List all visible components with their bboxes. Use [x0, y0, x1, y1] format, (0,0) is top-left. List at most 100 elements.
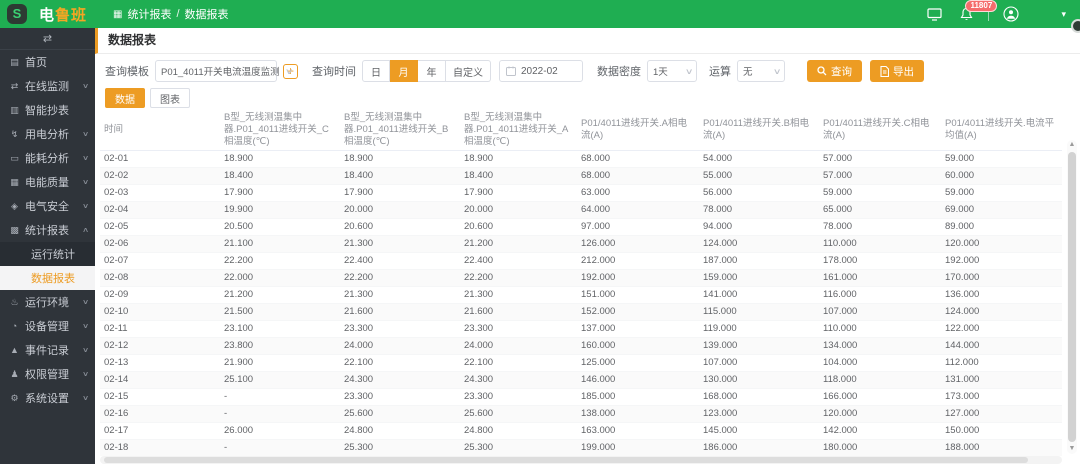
- user-avatar-icon[interactable]: [1003, 6, 1020, 22]
- table-cell: 18.400: [340, 167, 460, 185]
- header-actions: 11807 ▾: [918, 0, 1080, 28]
- sidebar-item-operating-environment[interactable]: ♨ 运行环境 ∨: [0, 290, 95, 314]
- time-custom-button[interactable]: 自定义: [446, 60, 491, 82]
- bell-icon[interactable]: 11807: [958, 0, 998, 22]
- time-month-button[interactable]: 月: [390, 60, 418, 82]
- table-cell: 02-12: [100, 337, 220, 355]
- template-label: 查询模板: [105, 66, 149, 78]
- table-cell: 25.100: [220, 371, 340, 389]
- table-cell: 24.000: [460, 337, 577, 355]
- table-cell: 134.000: [819, 337, 941, 355]
- table-cell: 20.600: [460, 218, 577, 236]
- table-cell: 22.400: [460, 252, 577, 270]
- battery-icon: ▭: [10, 152, 19, 163]
- sidebar-item-statistical-reports[interactable]: ▩ 统计报表 ∧: [0, 218, 95, 242]
- table-cell: 188.000: [941, 439, 1062, 456]
- vertical-scrollbar[interactable]: ▲ ▼: [1067, 140, 1077, 454]
- table-row: 02-13 21.900 22.100 22.100 125.000 107.000 104…: [100, 354, 1062, 372]
- users-icon: ♟: [10, 368, 19, 379]
- floating-widget-button[interactable]: [1071, 19, 1080, 33]
- sidebar-item-system-settings[interactable]: ⚙ 系统设置 ∨: [0, 386, 95, 410]
- logo-glyph: S: [12, 6, 22, 21]
- chevron-down-icon[interactable]: ▾: [1061, 9, 1066, 20]
- table-cell: 63.000: [577, 184, 699, 202]
- sidebar-item-online-monitoring[interactable]: ⇄ 在线监测 ∨: [0, 74, 95, 98]
- horizontal-scrollbar[interactable]: [100, 456, 1062, 464]
- chevron-down-icon: ∨: [81, 83, 90, 90]
- vertical-scrollbar-thumb[interactable]: [1068, 152, 1076, 442]
- table-cell: -: [220, 405, 340, 423]
- table-cell: 20.500: [220, 218, 340, 236]
- sidebar-item-data-report[interactable]: 数据报表: [0, 266, 95, 290]
- gear-icon: ⚙: [10, 392, 19, 403]
- template-select[interactable]: P01_4011开关电流温度监测 ∨: [155, 60, 293, 82]
- tab-chart[interactable]: 图表: [150, 88, 190, 108]
- table-cell: 25.600: [340, 405, 460, 423]
- sidebar-item-home[interactable]: ▤ 首页: [0, 50, 95, 74]
- operation-select[interactable]: 无 ∨: [737, 60, 785, 82]
- export-button[interactable]: 导出: [870, 60, 924, 82]
- monitoring-icon: ⇄: [10, 80, 19, 91]
- chevron-down-icon: ∨: [81, 155, 90, 162]
- thermometer-icon: ♨: [10, 296, 19, 307]
- time-year-button[interactable]: 年: [418, 60, 446, 82]
- table-cell: 18.900: [460, 150, 577, 168]
- density-label: 数据密度: [597, 66, 641, 78]
- table-cell: 170.000: [941, 269, 1062, 287]
- chevron-down-icon: ∨: [284, 66, 294, 76]
- time-label: 查询时间: [312, 66, 356, 78]
- chevron-down-icon: ∨: [81, 371, 90, 378]
- table-cell: 110.000: [819, 320, 941, 338]
- sidebar-item-permission-management[interactable]: ♟ 权限管理 ∨: [0, 362, 95, 386]
- table-cell: 21.200: [220, 286, 340, 304]
- table-cell: 02-04: [100, 201, 220, 219]
- sidebar-item-event-records[interactable]: ▲ 事件记录 ∨: [0, 338, 95, 362]
- gauge-icon: ◔: [11, 321, 18, 331]
- date-picker-input[interactable]: 2022-02: [499, 60, 583, 82]
- table-cell: 120.000: [941, 235, 1062, 253]
- column-header: 时间: [100, 110, 220, 151]
- table-row: 02-11 23.100 23.300 23.300 137.000 119.000 110…: [100, 320, 1062, 338]
- table-cell: 173.000: [941, 388, 1062, 406]
- density-select[interactable]: 1天 ∨: [647, 60, 697, 82]
- table-cell: 22.100: [340, 354, 460, 372]
- table-cell: 23.300: [460, 388, 577, 406]
- table-cell: 122.000: [941, 320, 1062, 338]
- app-window: S 电鲁班 ▦ 统计报表 / 数据报表 11807 ▾ ⇄ ▤ 首页 ⇄ 在线监…: [0, 0, 1080, 464]
- table-cell: 124.000: [699, 235, 819, 253]
- query-button[interactable]: 查询: [807, 60, 862, 82]
- chevron-down-icon: ∨: [81, 131, 90, 138]
- table-cell: 21.200: [460, 235, 577, 253]
- table-cell: 21.600: [460, 303, 577, 321]
- table-cell: 112.000: [941, 354, 1062, 372]
- chevron-down-icon: ∨: [81, 347, 90, 354]
- sidebar-item-operation-statistics[interactable]: 运行统计: [0, 242, 95, 266]
- tab-data[interactable]: 数据: [105, 88, 145, 108]
- table-cell: 02-15: [100, 388, 220, 406]
- sidebar-item-power-quality[interactable]: ▦ 电能质量 ∨: [0, 170, 95, 194]
- scroll-down-icon[interactable]: ▼: [1067, 444, 1077, 454]
- sidebar-item-smart-meter-reading[interactable]: ▥ 智能抄表: [0, 98, 95, 122]
- table-row: 02-18-25.300 25.300 199.000 186.000 180.000 1…: [100, 439, 1062, 456]
- table-cell: 192.000: [577, 269, 699, 287]
- table-cell: 22.400: [340, 252, 460, 270]
- table-cell: 151.000: [577, 286, 699, 304]
- sidebar-item-device-management[interactable]: ◔ 设备管理 ∨: [0, 314, 95, 338]
- sidebar-item-power-usage-analysis[interactable]: ↯ 用电分析 ∨: [0, 122, 95, 146]
- monitor-icon[interactable]: [926, 6, 942, 22]
- sidebar-item-electrical-safety[interactable]: ◈ 电气安全 ∨: [0, 194, 95, 218]
- table-cell: 107.000: [819, 303, 941, 321]
- time-day-button[interactable]: 日: [362, 60, 390, 82]
- table-cell: 02-05: [100, 218, 220, 236]
- scroll-up-icon[interactable]: ▲: [1067, 140, 1077, 150]
- table-cell: 78.000: [699, 201, 819, 219]
- table-cell: 02-02: [100, 167, 220, 185]
- horizontal-scrollbar-thumb[interactable]: [104, 457, 1028, 463]
- table-cell: 02-18: [100, 439, 220, 456]
- main-content: 数据报表 查询模板 P01_4011开关电流温度监测 ∨ + 查询时间 日 月 …: [95, 28, 1080, 464]
- sidebar-item-energy-consumption-analysis[interactable]: ▭ 能耗分析 ∨: [0, 146, 95, 170]
- table-row: 02-03 17.900 17.900 17.900 63.000 56.000 59.00…: [100, 184, 1062, 202]
- chevron-down-icon: ∨: [81, 179, 90, 186]
- sidebar-collapse-button[interactable]: ⇄: [0, 28, 95, 50]
- breadcrumb-section[interactable]: 统计报表: [127, 6, 171, 22]
